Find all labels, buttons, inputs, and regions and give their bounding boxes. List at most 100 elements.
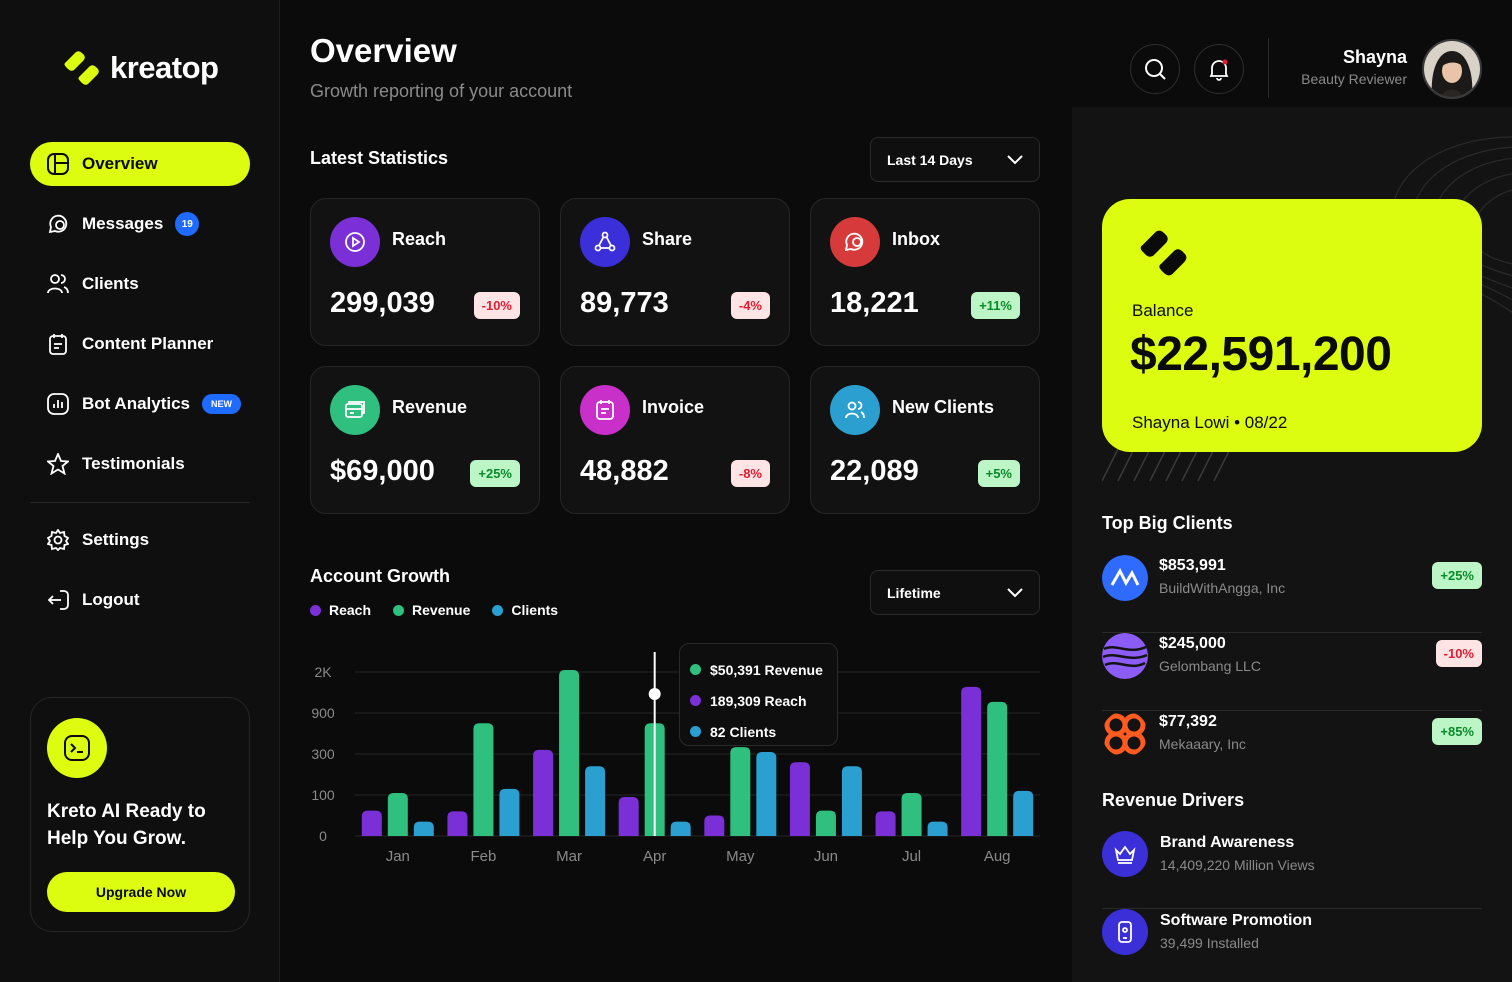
stat-value: 22,089	[830, 455, 919, 487]
driver-row[interactable]: Software Promotion 39,499 Installed	[1102, 909, 1482, 982]
chart-bar	[473, 723, 494, 836]
page-title: Overview	[310, 32, 457, 69]
nav-item-overview[interactable]: Overview	[30, 142, 250, 186]
stat-card-revenue[interactable]: Revenue $69,000 +25%	[310, 366, 540, 514]
nav-label: Overview	[82, 154, 158, 173]
bell-icon	[1209, 59, 1229, 81]
search-button[interactable]	[1130, 44, 1180, 94]
stat-card-share[interactable]: Share 89,773 -4%	[560, 198, 790, 346]
planner-icon	[46, 332, 70, 356]
legend-clients[interactable]: Clients	[492, 602, 558, 618]
account-growth-title: Account Growth	[310, 566, 450, 586]
upgrade-now-button[interactable]: Upgrade Now	[47, 872, 235, 912]
client-row[interactable]: $853,991 BuildWithAngga, Inc +25%	[1102, 555, 1482, 633]
chart-bar	[499, 788, 520, 836]
avatar[interactable]	[1422, 39, 1482, 99]
x-tick-label: Mar	[556, 848, 582, 865]
stat-card-inbox[interactable]: Inbox 18,221 +11%	[810, 198, 1040, 346]
users-icon	[830, 385, 880, 435]
chart-bar	[585, 766, 606, 836]
right-panel: Balance $22,591,200 Shayna Lowi • 08/22 …	[1072, 107, 1512, 982]
nav-item-settings[interactable]: Settings	[30, 518, 250, 562]
client-row[interactable]: $245,000 Gelombang LLC -10%	[1102, 633, 1482, 711]
driver-row[interactable]: Brand Awareness 14,409,220 Million Views	[1102, 831, 1482, 909]
tooltip-row-revenue: $50,391 Revenue	[690, 654, 827, 685]
header-divider	[1268, 38, 1269, 98]
y-tick-label: 100	[311, 787, 335, 803]
stat-change-badge: +5%	[977, 460, 1020, 487]
growth-period-value: Lifetime	[887, 584, 941, 601]
tooltip-dot	[690, 695, 701, 706]
user-role: Beauty Reviewer	[1301, 71, 1407, 87]
stat-label: Invoice	[642, 397, 705, 417]
share-icon	[580, 217, 630, 267]
messages-icon	[46, 212, 70, 236]
client-change-badge: +85%	[1432, 718, 1482, 745]
calendar-icon	[580, 385, 630, 435]
stats-period-dropdown[interactable]: Last 14 Days	[870, 137, 1040, 182]
nav-label: Testimonials	[82, 454, 185, 473]
nav-label: Logout	[82, 590, 140, 609]
chart-tooltip: $50,391 Revenue 189,309 Reach 82 Clients	[679, 643, 838, 746]
legend-revenue[interactable]: Revenue	[393, 602, 470, 618]
chart-bar	[756, 751, 777, 836]
balance-card[interactable]: Balance $22,591,200 Shayna Lowi • 08/22	[1102, 199, 1482, 452]
play-icon	[330, 217, 380, 267]
stat-card-reach[interactable]: Reach 299,039 -10%	[310, 198, 540, 346]
stat-label: New Clients	[892, 397, 995, 417]
chart-bar	[704, 815, 725, 836]
promo-title: Kreto AI Ready to Help You Grow.	[47, 801, 206, 849]
kreatop-card-logo-icon	[1140, 230, 1187, 276]
secondary-nav: Settings Logout	[30, 518, 250, 638]
balance-label: Balance	[1132, 301, 1194, 320]
legend-dot	[393, 605, 405, 616]
stat-label: Revenue	[392, 397, 468, 417]
logout-icon	[46, 588, 70, 612]
star-icon	[46, 452, 70, 476]
driver-stat: 14,409,220 Million Views	[1160, 857, 1315, 873]
tooltip-row-clients: 82 Clients	[690, 716, 827, 747]
client-name: BuildWithAngga, Inc	[1159, 580, 1286, 596]
kreatop-logo-icon	[64, 51, 99, 85]
chart-bar	[927, 821, 948, 836]
latest-statistics-title: Latest Statistics	[310, 148, 449, 168]
chart-bar	[961, 686, 982, 836]
sidebar: kreatop Overview Messages 19 Clients Con…	[0, 0, 280, 982]
stat-card-new-clients[interactable]: New Clients 22,089 +5%	[810, 366, 1040, 514]
nav-item-clients[interactable]: Clients	[30, 262, 250, 306]
nav-item-logout[interactable]: Logout	[30, 578, 250, 622]
notifications-button[interactable]	[1194, 44, 1244, 94]
gear-icon	[46, 528, 70, 552]
client-value: $77,392	[1159, 713, 1217, 730]
account-growth-chart[interactable]: 0 100 300 900 2K Jan Feb Mar Apr May Jun Jul Aug	[300, 640, 1050, 875]
wallet-icon	[330, 385, 380, 435]
x-tick-label: Jun	[814, 848, 838, 865]
growth-period-dropdown[interactable]: Lifetime	[870, 570, 1040, 615]
stat-card-invoice[interactable]: Invoice 48,882 -8%	[560, 366, 790, 514]
tooltip-row-reach: 189,309 Reach	[690, 685, 827, 716]
y-tick-label: 0	[319, 828, 327, 844]
user-name[interactable]: Shayna	[1343, 47, 1407, 68]
user-avatar-image	[1424, 41, 1480, 97]
nav-item-messages[interactable]: Messages 19	[30, 202, 250, 246]
nav-item-content-planner[interactable]: Content Planner	[30, 322, 250, 366]
messages-count-badge: 19	[175, 212, 200, 236]
brand-logo[interactable]: kreatop	[62, 50, 219, 86]
stat-change-badge: -8%	[730, 460, 770, 487]
legend-dot	[310, 605, 321, 616]
chart-bar	[1013, 790, 1034, 836]
client-change-badge: -10%	[1435, 640, 1482, 667]
nav-divider	[30, 502, 250, 503]
nav-item-bot-analytics[interactable]: Bot Analytics NEW	[30, 382, 250, 426]
client-row[interactable]: $77,392 Mekaaary, Inc +85%	[1102, 711, 1482, 789]
legend-reach[interactable]: Reach	[310, 602, 371, 618]
nav-label: Bot Analytics	[82, 394, 191, 413]
stat-value: $69,000	[330, 455, 435, 487]
chart-bar	[670, 821, 691, 836]
nav-item-testimonials[interactable]: Testimonials	[30, 442, 250, 486]
driver-name: Brand Awareness	[1160, 834, 1295, 851]
chart-bar	[730, 747, 751, 836]
x-tick-label: May	[726, 848, 755, 865]
chart-bar	[447, 811, 468, 836]
upgrade-promo-card: Kreto AI Ready to Help You Grow. Upgrade…	[30, 697, 250, 932]
